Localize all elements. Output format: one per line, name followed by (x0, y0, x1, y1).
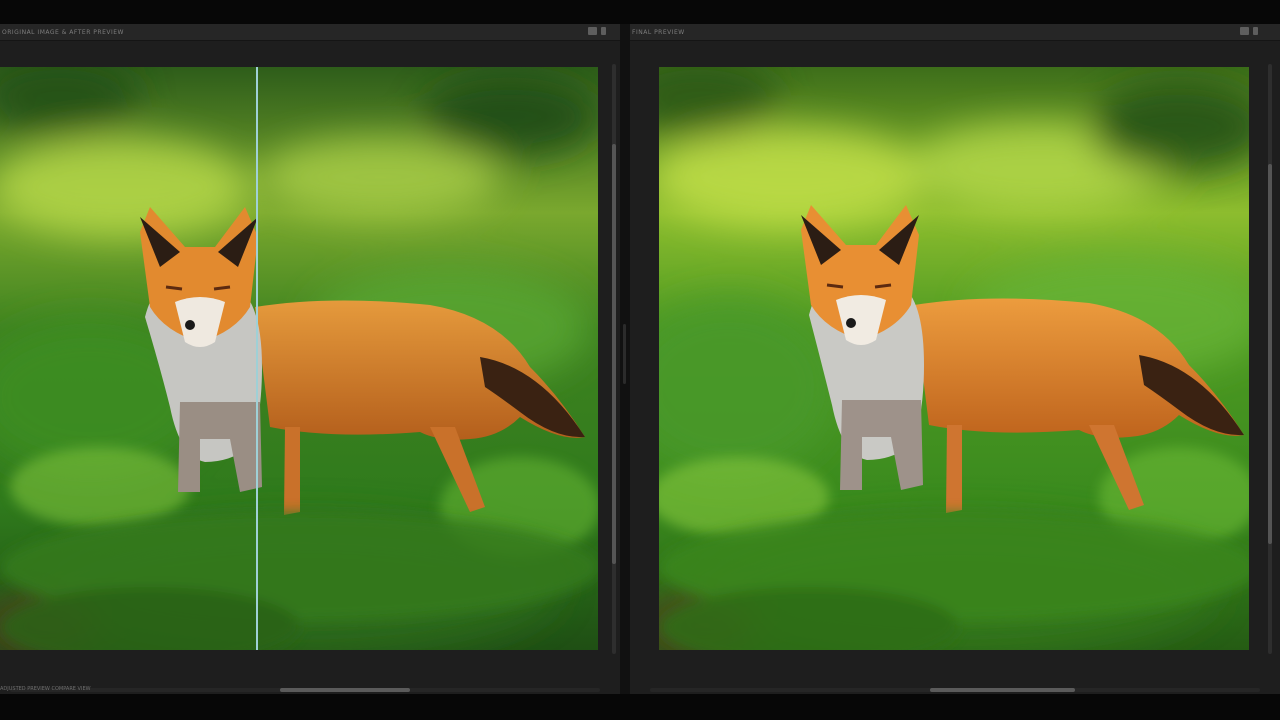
preview-horizontal-scrollbar[interactable] (650, 688, 1260, 692)
compare-vertical-scrollbar[interactable] (612, 64, 616, 654)
compare-panel-title: ORIGINAL IMAGE & AFTER PREVIEW (2, 28, 124, 36)
compare-panel-header: ORIGINAL IMAGE & AFTER PREVIEW (0, 24, 620, 41)
final-preview-panel: FINAL PREVIEW (630, 24, 1280, 694)
final-preview-title: FINAL PREVIEW (632, 28, 685, 36)
view-options-icon[interactable] (588, 27, 597, 35)
panel-menu-icon[interactable] (601, 27, 606, 35)
zoom-icon[interactable] (1240, 27, 1249, 35)
final-preview-image (659, 67, 1249, 650)
final-preview-header: FINAL PREVIEW (630, 24, 1280, 41)
compare-horizontal-scrollbar[interactable] (10, 688, 600, 692)
panel-menu-icon[interactable] (1253, 27, 1258, 35)
final-preview-canvas[interactable] (659, 67, 1249, 650)
compare-status-text: ADJUSTED PREVIEW COMPARE VIEW (0, 686, 91, 692)
splitter-grip[interactable] (623, 324, 626, 384)
compare-panel: ORIGINAL IMAGE & AFTER PREVIEW ADJUSTED … (0, 24, 620, 694)
top-bar (0, 0, 1280, 24)
preview-vertical-scrollbar[interactable] (1268, 64, 1272, 654)
panel-splitter[interactable] (620, 24, 630, 694)
bottom-bar (0, 694, 1280, 720)
compare-image (0, 67, 598, 650)
compare-canvas[interactable] (0, 67, 598, 650)
